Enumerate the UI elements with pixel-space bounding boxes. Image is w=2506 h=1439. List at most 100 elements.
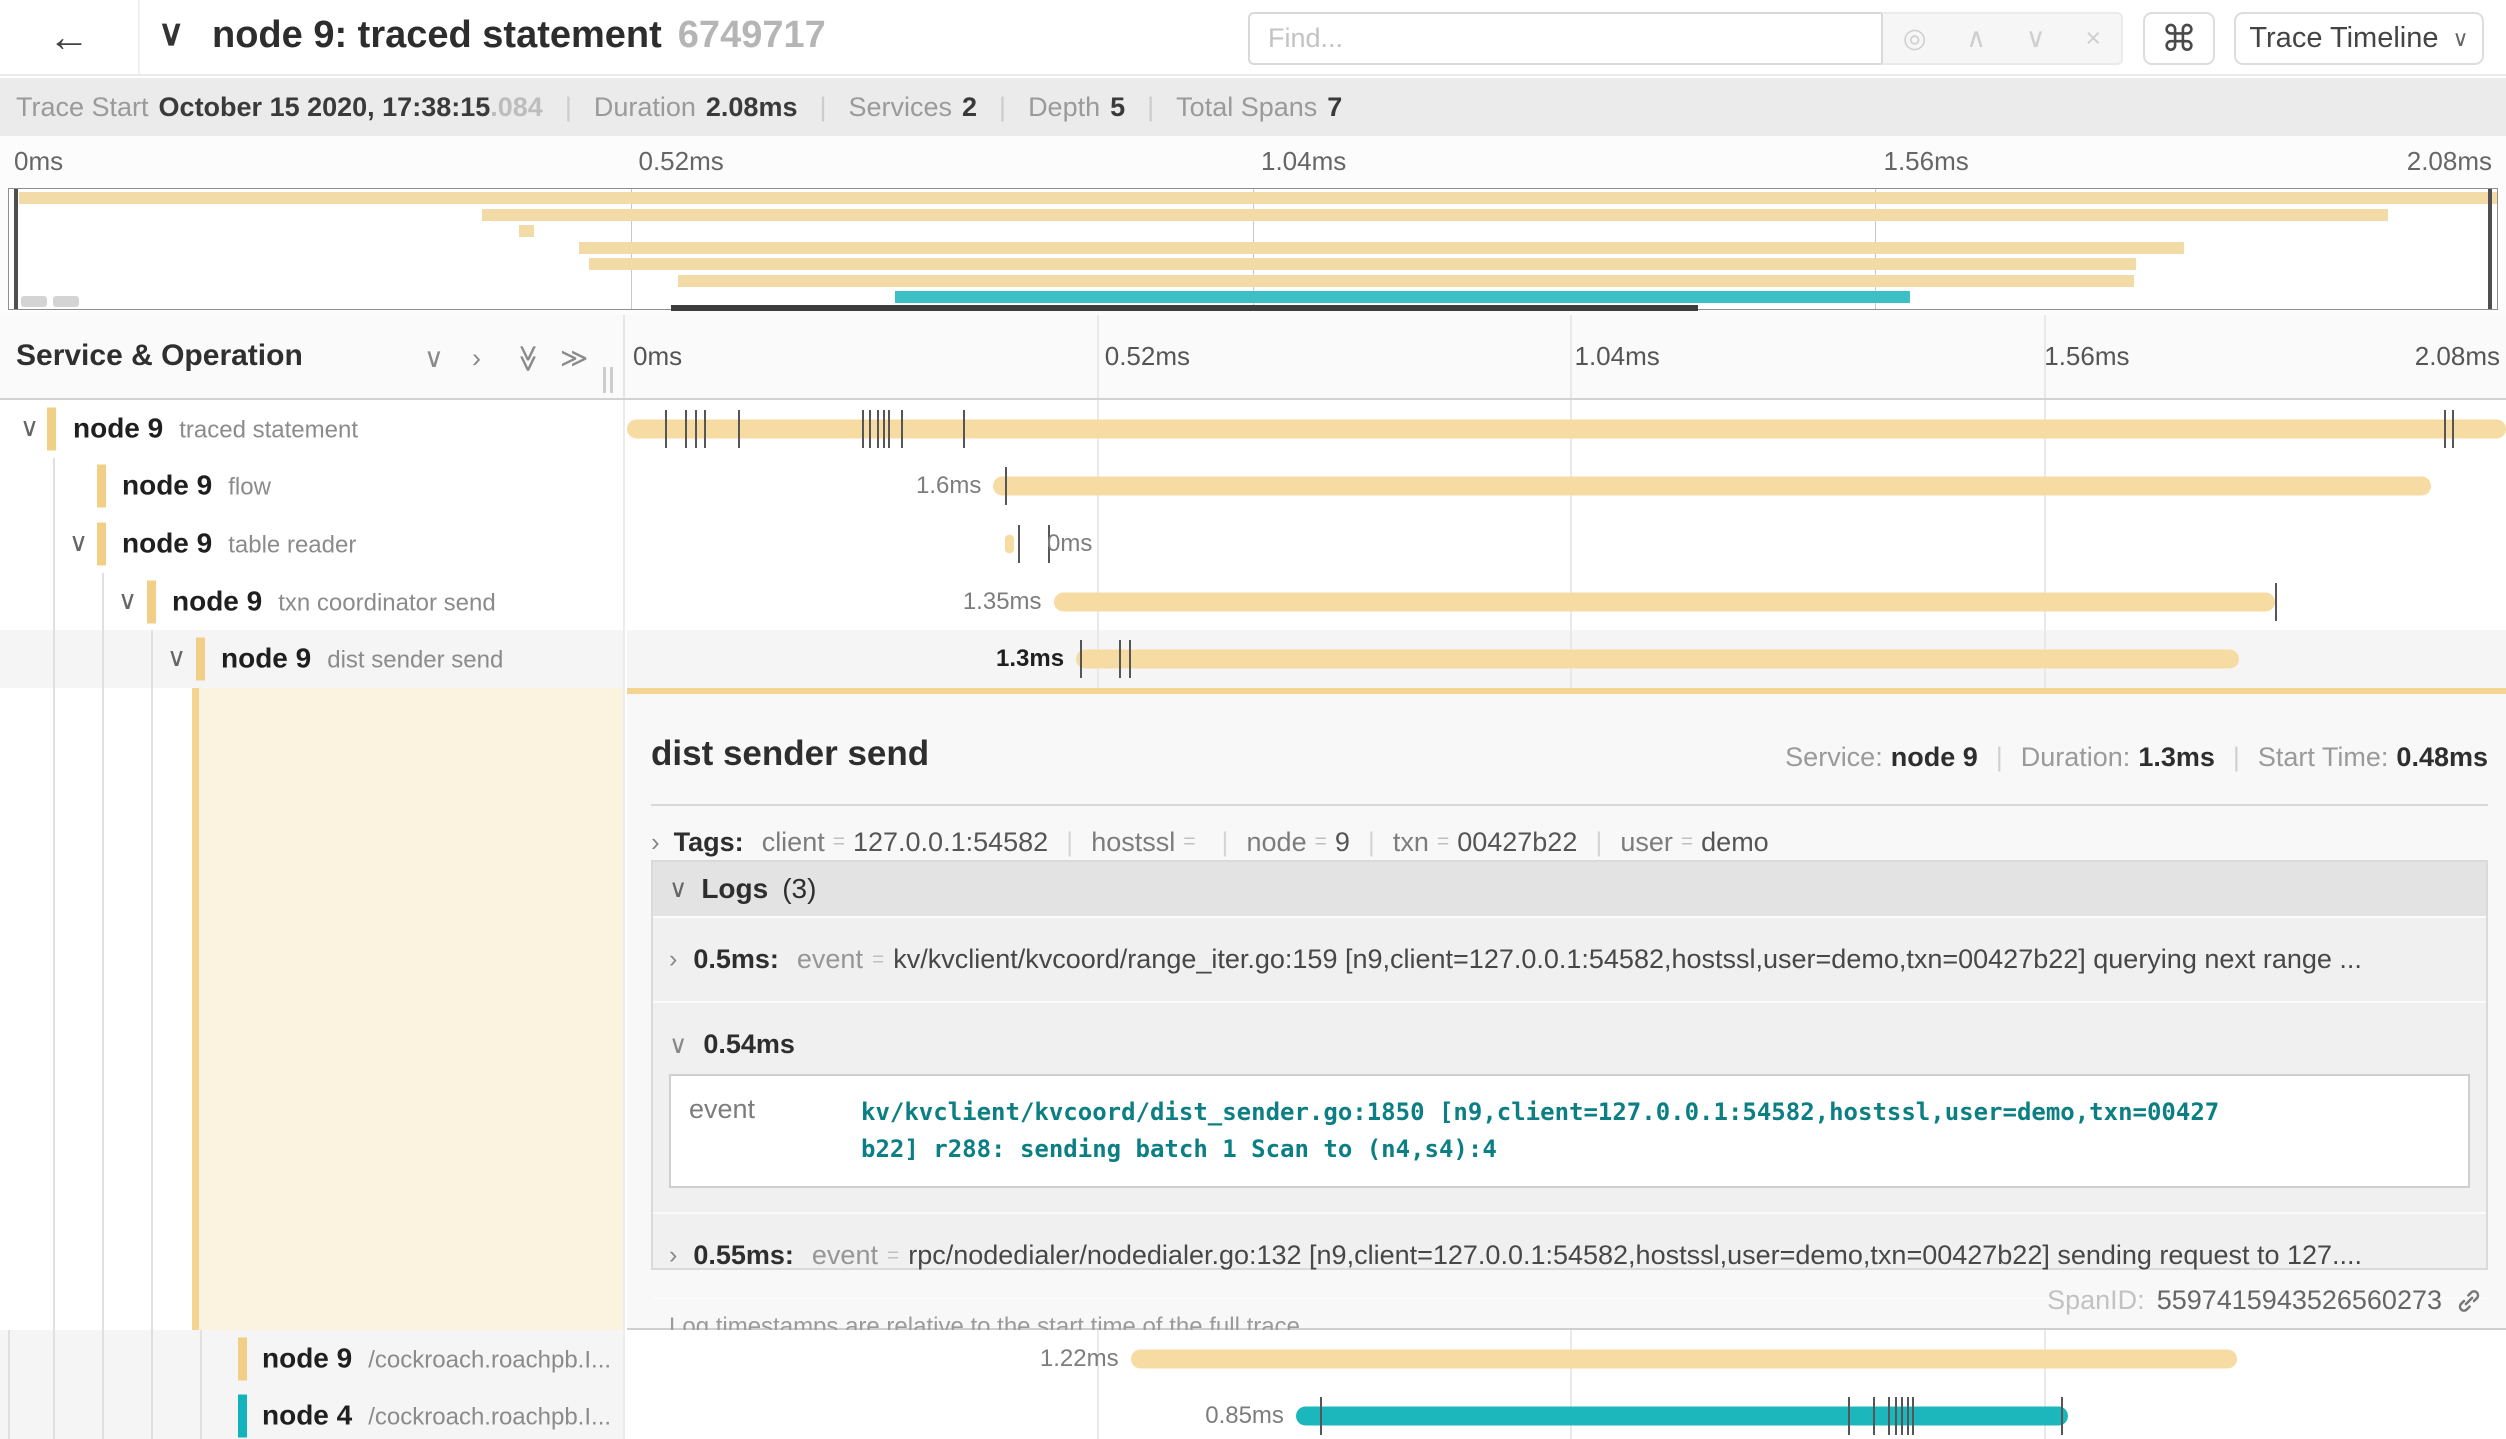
span-row[interactable]: ∨ node 9table reader 0ms	[0, 515, 2506, 573]
locate-icon[interactable]: ◎	[1903, 23, 1927, 54]
span-id-row: SpanID: 5597415943526560273	[2047, 1285, 2484, 1316]
summary-value: 5	[1110, 92, 1125, 123]
expand-all-icon[interactable]: ≫	[560, 345, 588, 372]
log-marker-tick	[738, 410, 740, 448]
span-bar[interactable]	[1076, 650, 2239, 669]
span-bar[interactable]	[1005, 534, 1014, 553]
log-entry[interactable]: ›0.5ms:event=kv/kvclient/kvcoord/range_i…	[653, 916, 2486, 1001]
tag-key: hostssl	[1091, 827, 1175, 858]
span-row[interactable]: node 9/cockroach.roachpb.I... 1.22ms	[0, 1330, 2506, 1388]
log-marker-tick	[1119, 640, 1121, 678]
span-row-timeline[interactable]: 0.85ms	[627, 1388, 2506, 1439]
minimap-scrubber-grip[interactable]	[21, 296, 47, 307]
summary-label: Depth	[1028, 92, 1100, 123]
chevron-down-icon[interactable]: ∨	[167, 642, 186, 673]
chevron-down-icon[interactable]: ∨	[118, 585, 137, 616]
indent-guide	[53, 573, 55, 631]
span-row[interactable]: node 4/cockroach.roachpb.I... 0.85ms	[0, 1388, 2506, 1439]
timeline-header: Service & Operation ∨ › ≫ ≫ 0ms0.52ms1.0…	[0, 315, 2506, 400]
indent-guide	[102, 688, 104, 1330]
span-bar[interactable]	[1131, 1349, 2238, 1368]
span-detail-panel: dist sender send Service:node 9|Duration…	[627, 688, 2506, 1330]
service-name[interactable]: node 9dist sender send	[221, 643, 503, 675]
operation-name: /cockroach.roachpb.I...	[368, 1404, 611, 1431]
tag-equals: =	[1183, 830, 1195, 854]
timeline-gridline	[2044, 515, 2046, 573]
timeline-ruler: 0ms0.52ms1.04ms1.56ms2.08ms	[627, 315, 2506, 398]
span-row-timeline[interactable]: 1.6ms	[627, 458, 2506, 516]
span-row[interactable]: ∨ node 9dist sender send 1.3ms	[0, 630, 2506, 688]
service-name[interactable]: node 9table reader	[122, 527, 356, 559]
log-marker-tick	[1005, 467, 1007, 505]
service-name[interactable]: node 9traced statement	[73, 412, 358, 444]
span-bar[interactable]	[627, 419, 2506, 438]
collapse-trace-icon[interactable]: ∨	[158, 12, 184, 54]
span-row-left: ∨ node 9table reader	[0, 515, 625, 573]
meta-label: Service:	[1785, 742, 1883, 772]
log-field-key: event	[812, 1240, 878, 1271]
log-entry-line: ∨0.54ms	[653, 1003, 2486, 1070]
tags-row[interactable]: ›Tags:client=127.0.0.1:54582|hostssl=|no…	[651, 820, 1769, 864]
trace-minimap: 0ms0.52ms1.04ms1.56ms2.08ms	[0, 136, 2506, 315]
ruler-tick-label: 1.56ms	[2044, 341, 2129, 372]
span-bar[interactable]	[993, 477, 2430, 496]
log-marker-tick	[1018, 525, 1020, 563]
service-name[interactable]: node 9txn coordinator send	[172, 585, 496, 617]
find-input[interactable]	[1248, 12, 1881, 65]
log-timestamp: 0.5ms:	[693, 944, 779, 975]
service-name[interactable]: node 9/cockroach.roachpb.I...	[262, 1342, 611, 1374]
tag-equals: =	[1315, 830, 1327, 854]
span-row-timeline[interactable]: 1.35ms	[627, 573, 2506, 631]
span-detail-title: dist sender send	[651, 734, 929, 774]
copy-link-icon[interactable]	[2454, 1286, 2484, 1316]
log-entry[interactable]: ∨0.54mseventkv/kvclient/kvcoord/dist_sen…	[653, 1001, 2486, 1188]
expand-one-icon[interactable]: ›	[472, 345, 481, 372]
clear-find-icon[interactable]: ×	[2085, 23, 2101, 54]
span-color-swatch	[147, 580, 156, 623]
next-match-icon[interactable]: ∨	[2026, 23, 2046, 54]
span-row[interactable]: ∨ node 9traced statement	[0, 400, 2506, 458]
service-name[interactable]: node 9flow	[122, 470, 271, 502]
keyboard-shortcuts-button[interactable]: ⌘	[2143, 12, 2215, 65]
meta-value: 1.3ms	[2138, 742, 2215, 772]
log-marker-tick	[1848, 1397, 1850, 1435]
span-row-timeline[interactable]: 1.3ms	[627, 630, 2506, 688]
log-field-value: kv/kvclient/kvcoord/range_iter.go:159 [n…	[893, 944, 2362, 975]
prev-match-icon[interactable]: ∧	[1966, 23, 1986, 54]
span-bar[interactable]	[1296, 1407, 2068, 1426]
tag-separator: |	[1066, 827, 1073, 858]
minimap-scrubber-handle[interactable]	[14, 189, 18, 309]
meta-separator: |	[2233, 742, 2240, 772]
tag-value: 9	[1335, 827, 1350, 858]
column-resize-grip[interactable]	[601, 367, 615, 393]
minimap-scrubber-grip[interactable]	[53, 296, 79, 307]
indent-guide	[53, 458, 55, 516]
span-bar[interactable]	[1054, 592, 2275, 611]
indent-guide	[200, 1388, 202, 1439]
log-marker-tick	[1129, 640, 1131, 678]
detail-left-pane	[0, 688, 625, 1330]
trace-view-selector[interactable]: Trace Timeline ∨	[2234, 12, 2484, 65]
service-name[interactable]: node 4/cockroach.roachpb.I...	[262, 1400, 611, 1432]
span-row-left: ∨ node 9txn coordinator send	[0, 573, 625, 631]
chevron-down-icon[interactable]: ∨	[20, 412, 39, 443]
logs-header[interactable]: ∨ Logs (3)	[653, 862, 2486, 916]
summary-value: 2.08ms	[706, 92, 798, 123]
span-row[interactable]: node 9flow 1.6ms	[0, 458, 2506, 516]
chevron-right-icon: ›	[651, 827, 660, 858]
indent-guide	[151, 1330, 153, 1388]
summary-value: October 15 2020, 17:38:15	[159, 92, 491, 123]
log-marker-tick	[1912, 1397, 1914, 1435]
span-row-timeline[interactable]: 0ms	[627, 515, 2506, 573]
span-duration-label: 1.3ms	[996, 645, 1064, 673]
chevron-down-icon[interactable]: ∨	[69, 527, 88, 558]
back-button[interactable]: ←	[0, 0, 140, 74]
minimap-canvas[interactable]	[8, 188, 2498, 310]
timeline-gridline	[1570, 515, 1572, 573]
minimap-scrubber-handle[interactable]	[2488, 189, 2492, 309]
span-row-timeline[interactable]: 1.22ms	[627, 1330, 2506, 1388]
span-row[interactable]: ∨ node 9txn coordinator send 1.35ms	[0, 573, 2506, 631]
collapse-all-icon[interactable]: ≫	[515, 344, 542, 372]
span-row-timeline[interactable]	[627, 400, 2506, 458]
collapse-one-icon[interactable]: ∨	[424, 345, 444, 372]
